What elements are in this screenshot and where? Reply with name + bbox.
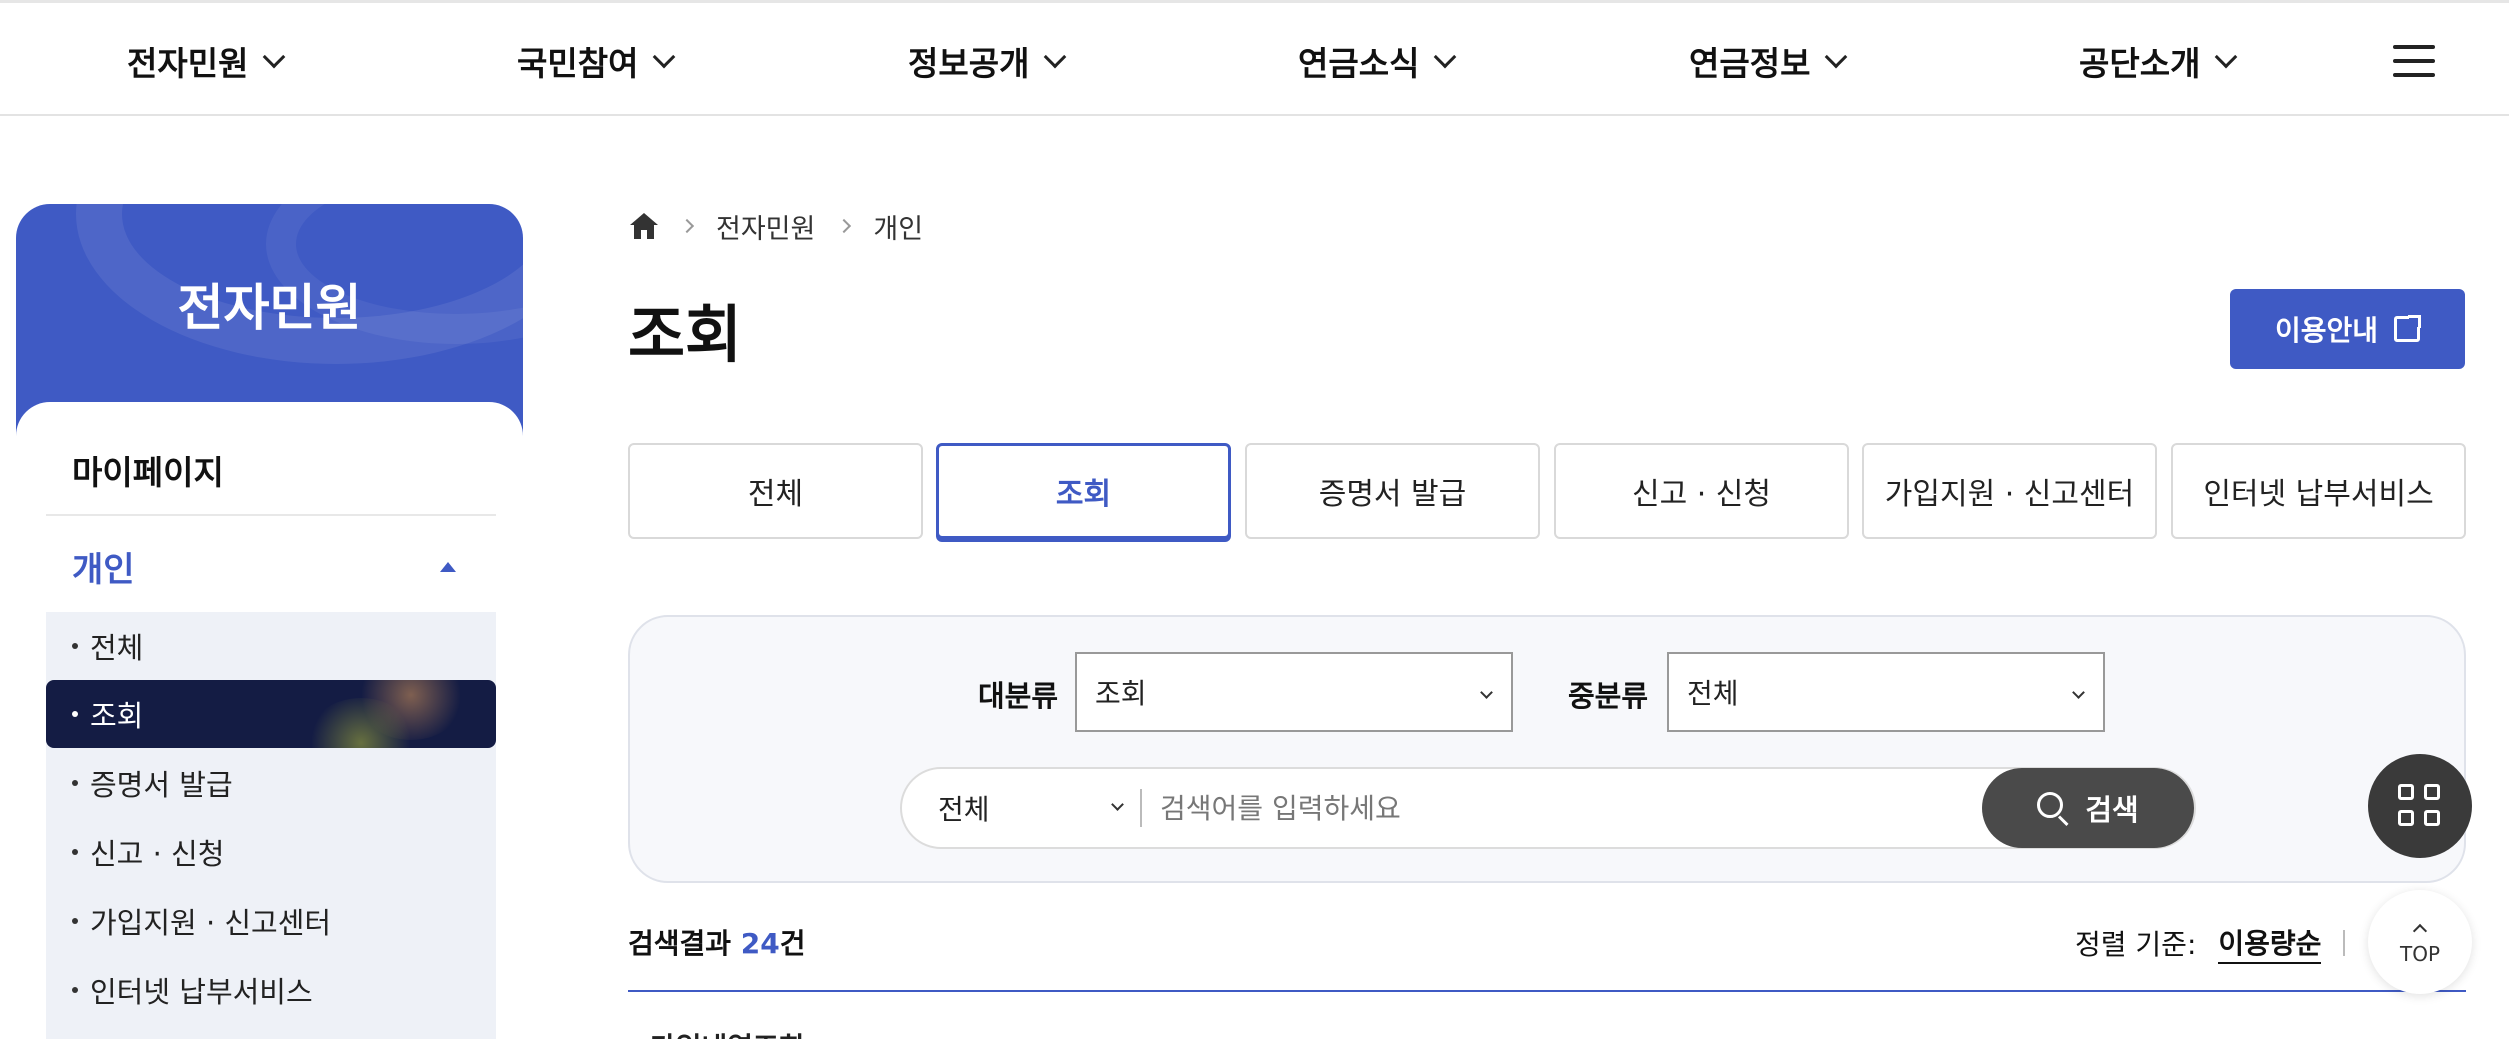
- breadcrumb-item[interactable]: 전자민원: [716, 207, 815, 246]
- top-navigation: 전자민원 국민참여 정보공개 연금소식 연금정보 공단소개: [0, 0, 2509, 116]
- sidebar: 전자민원 마이페이지 개인 전체 조회 증명서 발급 신고 · 신청 가입지원 …: [16, 204, 523, 1039]
- nav-label: 국민참여: [517, 44, 639, 83]
- external-link-icon: [2394, 313, 2424, 342]
- select-value: 전체: [1687, 677, 1739, 710]
- result-suffix: 건: [779, 927, 806, 960]
- chevron-down-icon: [1111, 798, 1124, 811]
- chevron-right-icon: [679, 218, 695, 234]
- breadcrumb-item[interactable]: 개인: [873, 207, 923, 246]
- quick-menu-button[interactable]: [2368, 754, 2472, 858]
- grid-icon: [2398, 784, 2414, 800]
- sidebar-item-payment[interactable]: 인터넷 납부서비스: [46, 956, 496, 1024]
- sort-label: 정렬 기준:: [2075, 928, 2197, 961]
- breadcrumb: 전자민원 개인: [630, 204, 923, 248]
- sidebar-item-label: 증명서 발급: [90, 768, 233, 802]
- bullet-icon: [72, 918, 78, 924]
- major-category-select[interactable]: 조회: [1075, 652, 1513, 732]
- bullet-icon: [72, 987, 78, 993]
- search-icon: [2037, 792, 2069, 827]
- nav-item-about[interactable]: 공단소개: [2079, 37, 2238, 85]
- nav-label: 전자민원: [127, 44, 249, 83]
- sidebar-title: 전자민원: [177, 279, 362, 337]
- sort-option-usage[interactable]: 이용량순: [2218, 922, 2322, 964]
- chevron-down-icon: [1434, 45, 1457, 69]
- nav-item-participation[interactable]: 국민참여: [517, 37, 676, 85]
- result-divider: [628, 990, 2466, 992]
- nav-label: 공단소개: [2079, 44, 2201, 83]
- search-scope-select[interactable]: 전체: [938, 769, 1128, 847]
- result-prefix: 검색결과: [628, 927, 732, 960]
- grid-icon: [2424, 784, 2440, 800]
- sidebar-item-label: 조회: [90, 699, 144, 733]
- chevron-down-icon: [263, 45, 286, 69]
- chevron-down-icon: [1044, 45, 1067, 69]
- sidebar-group-personal[interactable]: 개인: [72, 542, 472, 591]
- page-title: 조회: [628, 298, 743, 371]
- tab-support-center[interactable]: 가입지원 · 신고센터: [1862, 443, 2157, 539]
- tab-all[interactable]: 전체: [628, 443, 923, 539]
- list-item[interactable]: 가입내역조회: [650, 1026, 805, 1039]
- divider: [2343, 930, 2346, 956]
- nav-item-news[interactable]: 연금소식: [1298, 37, 1457, 85]
- result-count: 검색결과 24건: [628, 922, 806, 962]
- search-button[interactable]: 검색: [1982, 768, 2194, 848]
- sidebar-item-label: 가입지원 · 신고센터: [90, 906, 332, 940]
- hamburger-menu-icon[interactable]: [2393, 45, 2435, 77]
- sidebar-item-report[interactable]: 신고 · 신청: [46, 818, 496, 886]
- sidebar-item-support-center[interactable]: 가입지원 · 신고센터: [46, 887, 496, 955]
- search-input[interactable]: [1160, 769, 1960, 847]
- chevron-down-icon: [2215, 45, 2238, 69]
- divider: [1140, 789, 1142, 827]
- sidebar-item-certificate[interactable]: 증명서 발급: [46, 749, 496, 817]
- bullet-icon: [72, 711, 78, 717]
- sidebar-item-inquiry[interactable]: 조회: [46, 680, 496, 748]
- nav-item-pension-info[interactable]: 연금정보: [1689, 37, 1848, 85]
- caret-up-icon: [440, 562, 456, 572]
- sidebar-item-label: 전체: [90, 631, 144, 665]
- sidebar-item-all[interactable]: 전체: [46, 612, 496, 680]
- divider: [46, 514, 496, 516]
- nav-label: 정보공개: [908, 44, 1030, 83]
- sidebar-item-label: 신고 · 신청: [90, 837, 225, 871]
- bullet-icon: [72, 849, 78, 855]
- tab-report[interactable]: 신고 · 신청: [1554, 443, 1849, 539]
- grid-icon: [2398, 810, 2414, 826]
- chevron-down-icon: [653, 45, 676, 69]
- guide-button[interactable]: 이용안내: [2230, 289, 2465, 369]
- category-tabs: 전체 조회 증명서 발급 신고 · 신청 가입지원 · 신고센터 인터넷 납부서…: [628, 443, 2466, 539]
- result-count-number: 24: [740, 927, 780, 960]
- sidebar-sub-list: 전체 조회 증명서 발급 신고 · 신청 가입지원 · 신고센터 인터넷 납부서…: [46, 612, 496, 1039]
- nav-label: 연금소식: [1298, 44, 1420, 83]
- tab-payment[interactable]: 인터넷 납부서비스: [2171, 443, 2466, 539]
- select-value: 조회: [1095, 677, 1147, 710]
- bullet-icon: [72, 780, 78, 786]
- search-panel: 대분류 조회 중분류 전체 전체 검색: [628, 615, 2466, 883]
- top-label: TOP: [2399, 942, 2441, 966]
- nav-label: 연금정보: [1689, 44, 1811, 83]
- grid-icon: [2424, 810, 2440, 826]
- sidebar-item-mypage[interactable]: 마이페이지: [72, 446, 224, 494]
- tab-inquiry[interactable]: 조회: [936, 443, 1231, 539]
- chevron-down-icon: [2072, 686, 2085, 699]
- chevron-down-icon: [1480, 686, 1493, 699]
- sort-options: 정렬 기준: 이용량순 가: [2075, 922, 2393, 964]
- home-icon[interactable]: [630, 213, 658, 239]
- search-button-label: 검색: [2085, 793, 2139, 827]
- chevron-up-icon: [2412, 923, 2428, 939]
- middle-category-select[interactable]: 전체: [1667, 652, 2105, 732]
- chevron-down-icon: [1825, 45, 1848, 69]
- scroll-top-button[interactable]: TOP: [2368, 890, 2472, 994]
- nav-item-e-civil[interactable]: 전자민원: [127, 37, 286, 85]
- sidebar-item-label: 인터넷 납부서비스: [90, 975, 313, 1009]
- major-category-label: 대분류: [978, 679, 1059, 713]
- guide-button-label: 이용안내: [2274, 314, 2379, 347]
- nav-item-disclosure[interactable]: 정보공개: [908, 37, 1067, 85]
- tab-certificate[interactable]: 증명서 발급: [1245, 443, 1540, 539]
- middle-category-label: 중분류: [1568, 679, 1649, 713]
- select-value: 전체: [938, 793, 990, 826]
- sidebar-body: 마이페이지 개인 전체 조회 증명서 발급 신고 · 신청 가입지원 · 신고센…: [16, 402, 523, 1039]
- chevron-right-icon: [837, 218, 852, 234]
- bullet-icon: [72, 643, 78, 649]
